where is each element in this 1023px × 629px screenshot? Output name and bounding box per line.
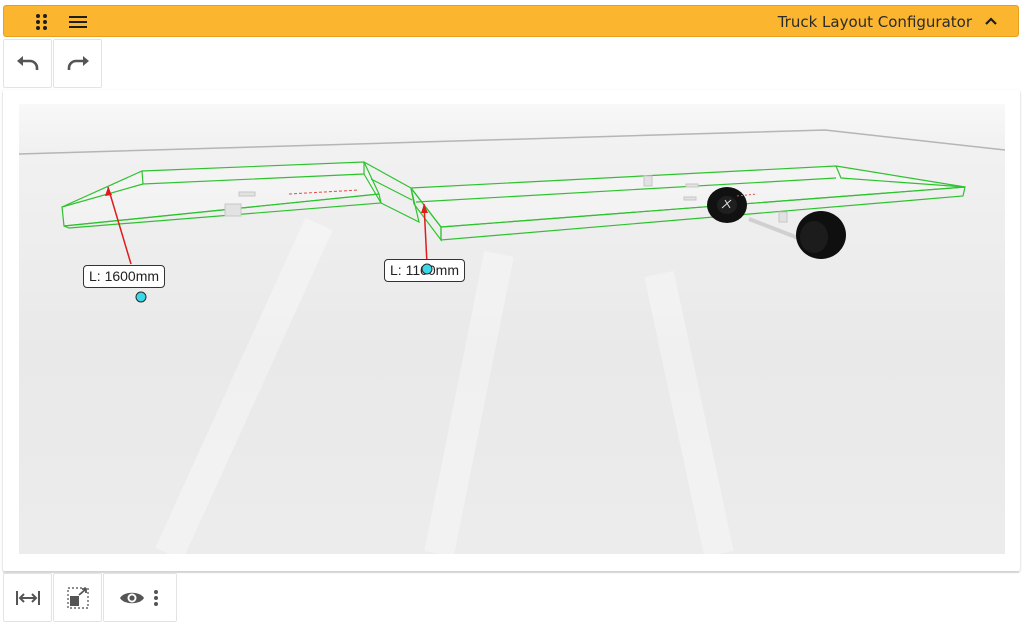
title-bar: Truck Layout Configurator [3,5,1019,37]
visibility-menu-button[interactable] [103,573,177,622]
wheel-front[interactable] [707,187,747,223]
wheel-rear[interactable] [796,211,846,259]
measure-width-icon [15,590,40,605]
dimension-handle-left[interactable] [135,291,147,303]
undo-button[interactable] [3,39,52,88]
redo-icon [67,55,89,70]
view-toolbar [3,572,1019,623]
undo-icon [16,55,38,70]
hamburger-menu-icon[interactable] [68,13,88,31]
right-body-outline[interactable] [409,165,966,242]
3d-viewport[interactable]: L: 1600mm L: 1100mm [19,104,1005,554]
scene [19,104,1005,554]
viewer-panel: L: 1600mm L: 1100mm [3,90,1020,571]
app-title: Truck Layout Configurator [777,13,972,31]
back-wall [19,104,1005,154]
eye-icon [120,592,144,603]
drag-dots-icon[interactable] [34,13,50,31]
dimension-handle-right[interactable] [421,263,433,275]
history-toolbar [3,39,1019,89]
resize-layout-icon [66,586,89,609]
redo-button[interactable] [53,39,102,88]
resize-layout-button[interactable] [53,573,102,622]
dimension-label-left[interactable]: L: 1600mm [83,265,166,288]
chevron-up-icon[interactable] [982,13,1000,31]
more-vertical-icon[interactable] [151,588,161,608]
measure-width-button[interactable] [3,573,52,622]
